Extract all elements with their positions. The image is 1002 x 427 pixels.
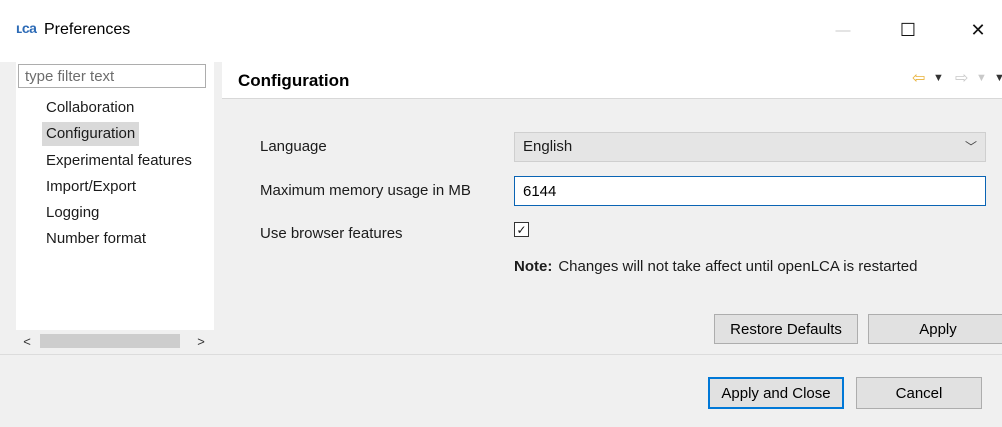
scroll-right-icon[interactable]: > [190, 330, 212, 352]
cancel-button[interactable]: Cancel [856, 377, 982, 409]
footer-divider [0, 354, 1002, 355]
preference-tree-pane: Collaboration Configuration Experimental… [16, 62, 214, 352]
filter-input[interactable] [18, 64, 206, 88]
browser-features-label: Use browser features [260, 225, 403, 242]
restart-note: Note: Changes will not take affect until … [514, 258, 917, 275]
language-value: English [523, 138, 573, 155]
tree-item-collaboration[interactable]: Collaboration [42, 96, 138, 120]
close-icon: ✕ [970, 19, 986, 40]
minimize-button[interactable]: — [820, 8, 866, 52]
restore-defaults-button[interactable]: Restore Defaults [714, 314, 858, 344]
page-title: Configuration [238, 71, 350, 90]
language-select[interactable]: English ﹀ [514, 132, 986, 162]
close-button[interactable]: ✕ [955, 8, 1001, 52]
tree-item-import-export[interactable]: Import/Export [42, 175, 140, 199]
apply-button[interactable]: Apply [868, 314, 1002, 344]
memory-label: Maximum memory usage in MB [260, 182, 471, 199]
language-label: Language [260, 138, 327, 155]
checkmark-icon: ✓ [516, 222, 527, 237]
maximize-icon: ☐ [899, 19, 917, 40]
openlca-logo-icon: ʟca [16, 20, 37, 36]
preference-page: Configuration ⇦ ▼ ⇨ ▼ ▼ Language English… [222, 62, 1002, 354]
view-menu-icon[interactable]: ▼ [994, 66, 1002, 90]
page-header: Configuration ⇦ ▼ ⇨ ▼ ▼ [222, 62, 1002, 99]
tree-item-number-format[interactable]: Number format [42, 227, 150, 251]
chevron-down-icon: ﹀ [964, 140, 977, 154]
back-dropdown-icon[interactable]: ▼ [933, 66, 944, 90]
maximize-button[interactable]: ☐ [885, 8, 931, 52]
horizontal-scrollbar[interactable]: < > [16, 330, 214, 352]
note-text: Changes will not take affect until openL… [558, 258, 918, 275]
browser-features-checkbox[interactable]: ✓ [514, 222, 529, 237]
forward-dropdown-icon[interactable]: ▼ [976, 66, 987, 90]
window-title: Preferences [44, 21, 131, 38]
tree-item-logging[interactable]: Logging [42, 201, 103, 225]
minimize-icon: — [835, 21, 851, 39]
arrow-right-icon[interactable]: ⇨ [955, 66, 968, 90]
scroll-left-icon[interactable]: < [16, 330, 38, 352]
note-label: Note: [514, 258, 553, 275]
apply-and-close-button[interactable]: Apply and Close [708, 377, 844, 409]
arrow-left-icon[interactable]: ⇦ [912, 66, 925, 90]
scrollbar-thumb[interactable] [40, 334, 180, 348]
tree-item-configuration[interactable]: Configuration [42, 122, 140, 146]
title-bar: ʟca Preferences — ☐ ✕ [0, 0, 1002, 62]
tree-item-experimental-features[interactable]: Experimental features [42, 149, 196, 173]
memory-input[interactable] [514, 176, 986, 206]
